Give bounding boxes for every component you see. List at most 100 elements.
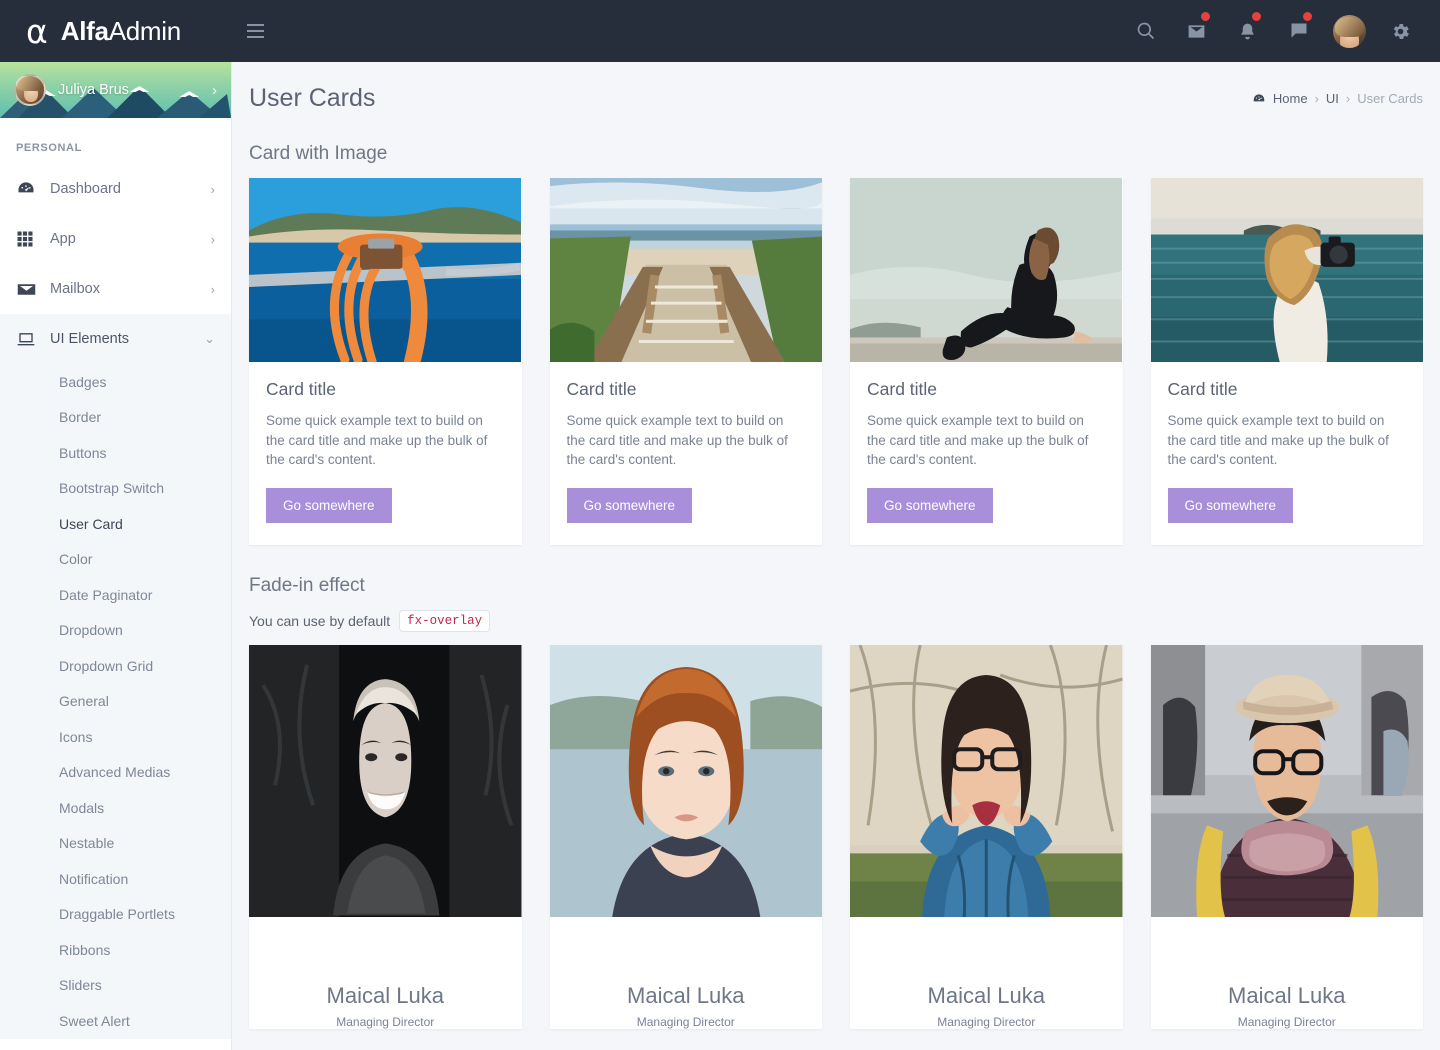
image-card: Card title Some quick example text to bu… xyxy=(549,178,823,545)
brand-title-light: Admin xyxy=(108,15,182,46)
sidebar-item-icons[interactable]: Icons xyxy=(0,719,231,755)
sidebar-item-bootstrap-switch[interactable]: Bootstrap Switch xyxy=(0,470,231,506)
chevron-down-icon: ⌄ xyxy=(204,331,215,346)
sidebar-item-advanced-medias[interactable]: Advanced Medias xyxy=(0,754,231,790)
sidebar-submenu: Badges Border Buttons Bootstrap Switch U… xyxy=(0,364,231,1039)
sidebar-item-border[interactable]: Border xyxy=(0,399,231,435)
fade-card[interactable]: Maical Luka Managing Director xyxy=(249,644,522,1029)
top-navbar: α AlfaAdmin xyxy=(0,0,1440,62)
topbar-icon-group xyxy=(1120,0,1440,62)
sidebar-item-label: Dashboard xyxy=(50,181,121,197)
breadcrumb-separator: › xyxy=(1314,91,1319,106)
smiling-man-bw-portrait xyxy=(249,644,522,917)
hamburger-line xyxy=(246,24,264,26)
fx-overlay-code-chip: fx-overlay xyxy=(399,609,491,632)
sidebar-item-modals[interactable]: Modals xyxy=(0,790,231,826)
sidebar-item-general[interactable]: General xyxy=(0,683,231,719)
dashboard-icon xyxy=(16,179,50,199)
sidebar-section-label: PERSONAL xyxy=(16,142,82,154)
hamburger-line xyxy=(246,36,264,38)
go-somewhere-button[interactable]: Go somewhere xyxy=(566,487,693,523)
chevron-right-icon: › xyxy=(210,181,215,197)
bell-badge xyxy=(1250,10,1263,23)
mail-icon[interactable] xyxy=(1171,0,1222,62)
sidebar-item-notification[interactable]: Notification xyxy=(0,861,231,897)
chat-icon[interactable] xyxy=(1273,0,1324,62)
fade-card-name: Maical Luka xyxy=(627,982,745,1008)
sidebar-item-dashboard[interactable]: Dashboard › xyxy=(0,164,231,214)
card-title: Card title xyxy=(566,379,637,399)
beach-boardwalk-photo xyxy=(549,178,823,362)
main-content: User Cards Home › UI › User Cards Card w… xyxy=(232,62,1440,1050)
image-card: Card title Some quick example text to bu… xyxy=(249,178,522,545)
card-text: Some quick example text to build on the … xyxy=(1167,413,1389,467)
sidebar-profile[interactable]: Juliya Brus › xyxy=(0,62,231,118)
image-card-body: Card title Some quick example text to bu… xyxy=(550,362,823,545)
chevron-right-icon: › xyxy=(212,81,217,99)
fade-card-spacer xyxy=(549,916,822,975)
woman-glasses-denim-portrait xyxy=(850,644,1123,917)
sidebar-item-sweet-alert[interactable]: Sweet Alert xyxy=(0,1003,231,1039)
image-card: Card title Some quick example text to bu… xyxy=(850,178,1123,545)
man-hat-scarf-portrait xyxy=(1150,644,1423,917)
fade-card-role: Managing Director xyxy=(636,1014,735,1029)
image-card-body: Card title Some quick example text to bu… xyxy=(249,362,522,545)
fade-card-name: Maical Luka xyxy=(1228,982,1346,1008)
sidebar-item-sliders[interactable]: Sliders xyxy=(0,967,231,1003)
sidebar-item-color[interactable]: Color xyxy=(0,541,231,577)
woman-with-camera-by-sea-photo xyxy=(1150,178,1424,362)
breadcrumb-home[interactable]: Home xyxy=(1273,91,1308,106)
sidebar-item-dropdown-grid[interactable]: Dropdown Grid xyxy=(0,648,231,684)
go-somewhere-button[interactable]: Go somewhere xyxy=(867,487,993,523)
fade-card[interactable]: Maical Luka Managing Director xyxy=(850,644,1123,1029)
sidebar-item-date-paginator[interactable]: Date Paginator xyxy=(0,577,231,613)
menu-toggle-button[interactable] xyxy=(232,0,278,62)
card-text: Some quick example text to build on the … xyxy=(266,413,488,467)
card-title: Card title xyxy=(867,379,938,399)
fade-card-name: Maical Luka xyxy=(326,982,444,1008)
sidebar-item-dropdown[interactable]: Dropdown xyxy=(0,612,231,648)
section-title-fade-in: Fade-in effect xyxy=(249,574,365,596)
sidebar-item-badges[interactable]: Badges xyxy=(0,364,231,400)
gear-icon[interactable] xyxy=(1375,0,1426,62)
card-title: Card title xyxy=(266,379,337,399)
chat-badge xyxy=(1301,10,1314,23)
fade-card[interactable]: Maical Luka Managing Director xyxy=(549,644,822,1029)
bell-icon[interactable] xyxy=(1222,0,1273,62)
sidebar-item-ribbons[interactable]: Ribbons xyxy=(0,932,231,968)
sidebar-item-buttons[interactable]: Buttons xyxy=(0,435,231,471)
sidebar-item-app[interactable]: App › xyxy=(0,214,231,264)
sidebar-item-label: UI Elements xyxy=(50,331,129,347)
page-header: User Cards Home › UI › User Cards xyxy=(232,62,1440,113)
breadcrumb: Home › UI › User Cards xyxy=(1252,91,1423,106)
sidebar-item-nestable[interactable]: Nestable xyxy=(0,825,231,861)
go-somewhere-button[interactable]: Go somewhere xyxy=(266,487,392,523)
search-icon[interactable] xyxy=(1120,0,1171,62)
brand-logo-area[interactable]: α AlfaAdmin xyxy=(0,0,232,62)
card-title: Card title xyxy=(1167,379,1238,399)
fade-card-spacer xyxy=(249,916,522,975)
sidebar-item-mailbox[interactable]: Mailbox › xyxy=(0,264,231,314)
chevron-right-icon: › xyxy=(210,281,215,297)
alpha-logo-icon: α xyxy=(26,11,48,51)
fade-card[interactable]: Maical Luka Managing Director xyxy=(1150,644,1423,1029)
section-title-card-with-image: Card with Image xyxy=(249,143,388,164)
fade-card-spacer xyxy=(850,916,1123,975)
go-somewhere-button[interactable]: Go somewhere xyxy=(1167,487,1294,523)
card-text: Some quick example text to build on the … xyxy=(867,413,1089,467)
redhead-woman-portrait xyxy=(549,644,822,917)
card-text: Some quick example text to build on the … xyxy=(566,413,788,467)
envelope-icon xyxy=(16,279,50,300)
sidebar-item-ui-elements[interactable]: UI Elements ⌄ xyxy=(0,314,231,364)
home-dashboard-icon xyxy=(1252,92,1266,106)
sidebar-item-label: App xyxy=(50,231,76,247)
brand-title: AlfaAdmin xyxy=(61,16,181,47)
brand-title-bold: Alfa xyxy=(60,15,109,46)
user-avatar[interactable] xyxy=(1324,0,1375,62)
woman-sitting-on-ledge-photo xyxy=(850,178,1123,362)
chevron-right-icon: › xyxy=(210,231,215,247)
sidebar-item-user-card[interactable]: User Card xyxy=(0,506,231,542)
sidebar-item-draggable-portlets[interactable]: Draggable Portlets xyxy=(0,896,231,932)
breadcrumb-separator: › xyxy=(1345,91,1351,106)
breadcrumb-ui[interactable]: UI xyxy=(1326,91,1339,106)
